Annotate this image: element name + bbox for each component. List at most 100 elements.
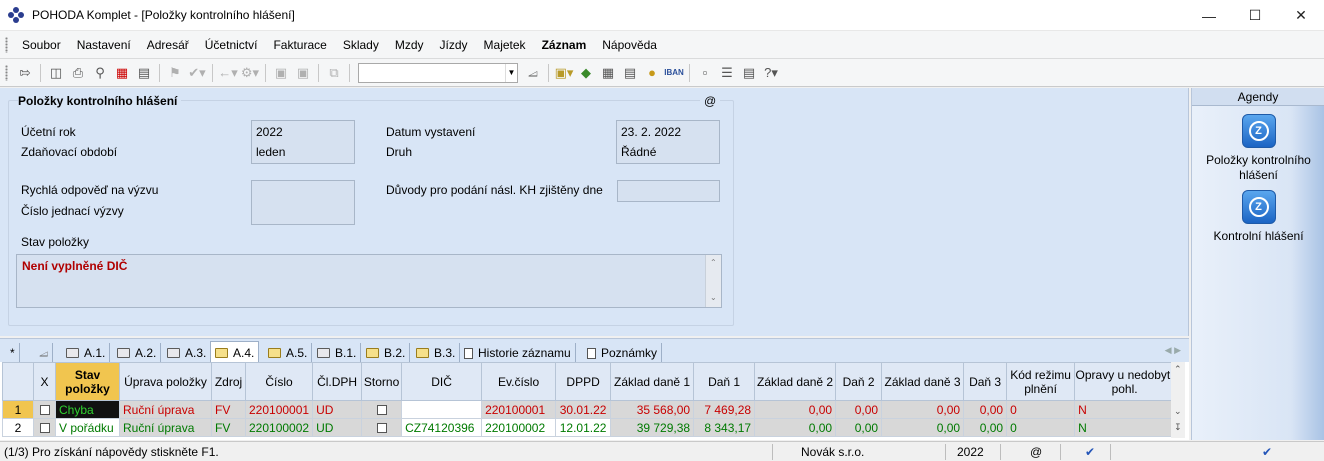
print-icon[interactable]: ⎙ <box>68 63 88 83</box>
tools-icon[interactable]: ✔▾ <box>187 63 207 83</box>
save-icon[interactable]: ▣ <box>271 63 291 83</box>
menu-zaznam[interactable]: Záznam <box>534 38 595 52</box>
back-arrow-icon[interactable]: ←▾ <box>218 63 238 83</box>
agenda-kontrolni-hlaseni[interactable]: Z Kontrolní hlášení <box>1192 190 1324 244</box>
column-header[interactable]: Základ daně 1 <box>610 362 695 401</box>
menu-sklady[interactable]: Sklady <box>335 38 387 52</box>
dppd-cell[interactable]: 30.01.22 <box>555 400 612 419</box>
cislo-cell[interactable]: 220100002 <box>244 418 314 437</box>
status-check-circle-icon[interactable]: ✔ <box>1262 445 1272 459</box>
column-header[interactable]: Čl.DPH <box>312 362 363 401</box>
column-header[interactable]: DPPD <box>555 362 612 401</box>
row-number[interactable]: 2 <box>2 418 34 437</box>
zaklad2-cell[interactable]: 0,00 <box>754 418 837 437</box>
export-icon[interactable]: ◫ <box>46 63 66 83</box>
payment-icon[interactable]: ◆ <box>576 63 596 83</box>
table-row[interactable]: 1 Chyba Ruční úprava FV 220100001 UD 220… <box>2 400 1176 419</box>
menu-majetek[interactable]: Majetek <box>476 38 534 52</box>
stav-cell[interactable]: Chyba <box>55 400 120 419</box>
tab-a1[interactable]: A.1. <box>62 343 111 363</box>
rychla-odpoved-field[interactable] <box>251 180 355 225</box>
copy-icon[interactable]: ⧉ <box>324 63 344 83</box>
duvody-date-field[interactable] <box>617 180 720 202</box>
column-header[interactable]: Daň 3 <box>963 362 1008 401</box>
pdf-icon[interactable]: ▦ <box>112 63 132 83</box>
calculator-icon[interactable]: ▦ <box>598 63 618 83</box>
menu-ucetnictvi[interactable]: Účetnictví <box>197 38 266 52</box>
scroll-end-icon[interactable]: ↧ <box>1174 422 1182 433</box>
zaklad2-cell[interactable]: 0,00 <box>754 400 837 419</box>
menu-fakturace[interactable]: Fakturace <box>265 38 334 52</box>
uprava-cell[interactable]: Ruční úprava <box>119 400 212 419</box>
quick-search-combo[interactable]: ▼ <box>358 62 518 83</box>
print-preview-icon[interactable]: ⚲ <box>90 63 110 83</box>
document-icon[interactable]: ▤ <box>739 63 759 83</box>
column-header[interactable]: Storno <box>361 362 403 401</box>
settings-gear-icon[interactable]: ⚙▾ <box>240 63 260 83</box>
zaklad3-cell[interactable]: 0,00 <box>881 400 965 419</box>
minimize-button[interactable]: — <box>1186 0 1232 31</box>
dic-cell[interactable]: CZ74120396 <box>401 418 483 437</box>
dan1-cell[interactable]: 7 469,28 <box>693 400 756 419</box>
dan1-cell[interactable]: 8 343,17 <box>693 418 756 437</box>
tab-a4[interactable]: A.4. <box>210 341 260 363</box>
tab-all[interactable]: * <box>6 343 20 363</box>
column-header[interactable]: Daň 2 <box>835 362 883 401</box>
column-header[interactable]: DIČ <box>401 362 483 401</box>
scroll-down-icon[interactable]: ⌄ <box>1174 406 1182 417</box>
kod-cell[interactable]: 0 <box>1006 418 1076 437</box>
evcislo-cell[interactable]: 220100002 <box>481 418 557 437</box>
coins-icon[interactable]: ● <box>642 63 662 83</box>
bookmark-icon[interactable]: ⚑ <box>165 63 185 83</box>
tab-b3[interactable]: B.3. <box>412 343 461 363</box>
cldph-cell[interactable]: UD <box>312 400 363 419</box>
column-header[interactable]: Ev.číslo <box>481 362 557 401</box>
dan2-cell[interactable]: 0,00 <box>835 418 883 437</box>
tab-a5[interactable]: A.5. <box>264 343 313 363</box>
tab-b2[interactable]: B.2. <box>362 343 411 363</box>
column-header[interactable]: Daň 1 <box>693 362 756 401</box>
zdroj-cell[interactable]: FV <box>211 418 246 437</box>
agenda-polozky-kh[interactable]: Z Položky kontrolního hlášení <box>1192 114 1324 183</box>
report-icon[interactable]: ▤ <box>134 63 154 83</box>
column-header[interactable]: Kód režimu plnění <box>1006 362 1076 401</box>
dan3-cell[interactable]: 0,00 <box>963 418 1008 437</box>
column-header[interactable]: Stav položky <box>55 362 120 401</box>
tab-a2[interactable]: A.2. <box>113 343 162 363</box>
table-row[interactable]: 2 V pořádku Ruční úprava FV 220100002 UD… <box>2 418 1176 437</box>
email-at-icon[interactable]: @ <box>700 94 721 108</box>
dic-cell[interactable] <box>401 400 483 419</box>
status-email-icon[interactable]: @ <box>1030 445 1042 459</box>
message-icon[interactable]: ▫ <box>695 63 715 83</box>
menu-soubor[interactable]: Soubor <box>14 38 69 52</box>
column-header[interactable]: Základ daně 3 <box>881 362 965 401</box>
table-icon[interactable]: ▤ <box>620 63 640 83</box>
tab-filter[interactable]: ⧡ <box>35 343 54 363</box>
row-checkbox[interactable] <box>33 400 56 419</box>
dan2-cell[interactable]: 0,00 <box>835 400 883 419</box>
storno-checkbox[interactable] <box>361 418 403 437</box>
column-header[interactable]: X <box>33 362 56 401</box>
scroll-up-icon[interactable]: ⌃ <box>1174 364 1182 375</box>
scroll-up-icon[interactable]: ⌃ <box>710 258 717 267</box>
menu-nastaveni[interactable]: Nastavení <box>69 38 139 52</box>
grid-scrollbar[interactable]: ⌃ ⌄ ↧ <box>1171 362 1185 438</box>
uprava-cell[interactable]: Ruční úprava <box>119 418 212 437</box>
stav-cell[interactable]: V pořádku <box>55 418 120 437</box>
chevron-down-icon[interactable]: ▼ <box>505 63 517 82</box>
scroll-down-icon[interactable]: ⌄ <box>710 293 717 302</box>
dan3-cell[interactable]: 0,00 <box>963 400 1008 419</box>
status-scrollbar[interactable]: ⌃ ⌄ <box>705 255 721 307</box>
cldph-cell[interactable]: UD <box>312 418 363 437</box>
column-header[interactable]: Základ daně 2 <box>754 362 837 401</box>
menu-napoveda[interactable]: Nápověda <box>594 38 665 52</box>
menu-mzdy[interactable]: Mzdy <box>387 38 432 52</box>
opravy-cell[interactable]: N <box>1074 418 1176 437</box>
status-pen-icon[interactable]: ✔ <box>1085 445 1095 459</box>
column-header[interactable]: Úprava položky <box>119 362 212 401</box>
tab-scroll-arrows-icon[interactable]: ◀ ▶ <box>1165 345 1181 356</box>
save-all-icon[interactable]: ▣ <box>293 63 313 83</box>
maximize-button[interactable]: ☐ <box>1232 0 1278 31</box>
list-icon[interactable]: ☰ <box>717 63 737 83</box>
menu-jizdy[interactable]: Jízdy <box>432 38 476 52</box>
